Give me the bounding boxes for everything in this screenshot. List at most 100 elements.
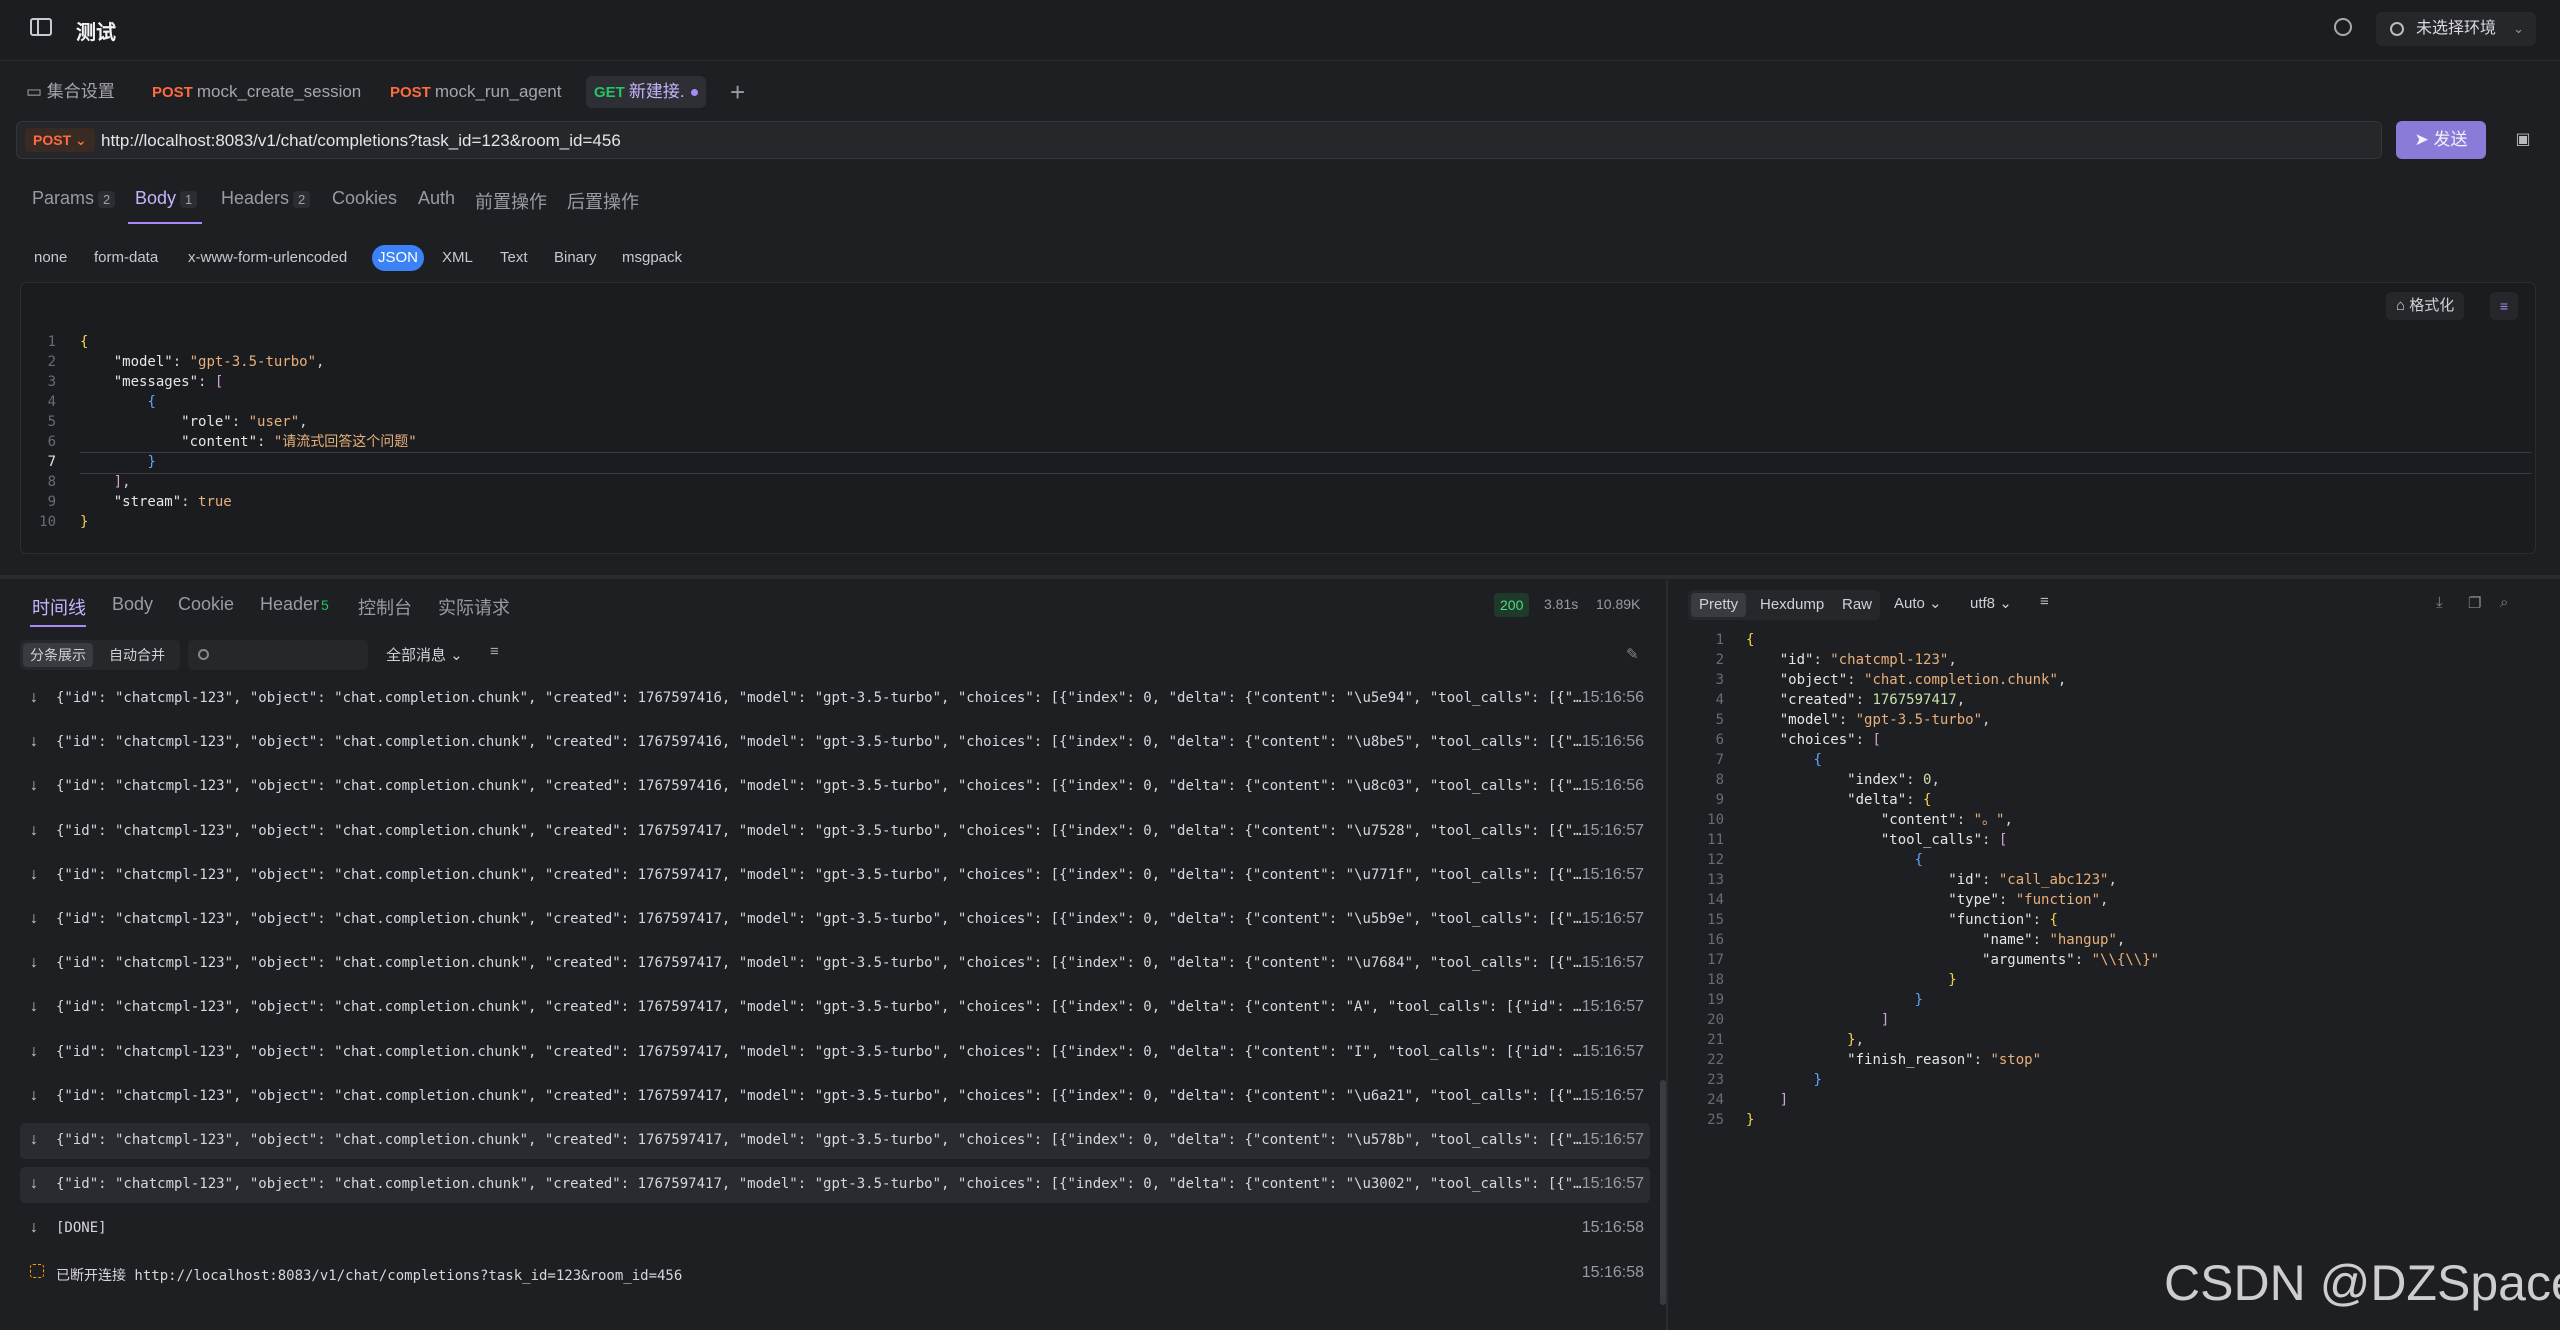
body-type-form-data[interactable]: form-data <box>88 245 164 271</box>
tab-params[interactable]: Params 2 <box>32 188 116 209</box>
line-number: 4 <box>1715 692 1724 708</box>
timeline-event[interactable]: ↓ {"id": "chatcmpl-123", "object": "chat.… <box>20 858 1650 894</box>
scrollbar[interactable] <box>1660 1080 1666 1305</box>
body-type-json[interactable]: JSON <box>372 245 425 271</box>
body-editor[interactable] <box>20 282 2536 554</box>
url-input[interactable] <box>99 122 2303 160</box>
body-type-none[interactable]: none <box>28 245 73 271</box>
timeline-search-input[interactable] <box>188 640 368 670</box>
seg-merge[interactable]: 自动合并 <box>102 643 172 667</box>
line-number: 3 <box>47 374 56 390</box>
wrap-icon[interactable]: ≡ <box>2040 593 2049 610</box>
line-number: 14 <box>1707 892 1724 908</box>
tab-timeline[interactable]: 时间线 <box>32 594 86 620</box>
body-type-binary[interactable]: Binary <box>548 245 603 271</box>
environment-select[interactable]: 未选择环境 ⌄ <box>2376 12 2536 46</box>
tab-count: 5 <box>321 597 329 613</box>
event-time: 15:16:58 <box>1581 1219 1644 1237</box>
response-divider[interactable] <box>1666 580 1668 1330</box>
copy-icon[interactable]: ❐ <box>2468 594 2481 612</box>
tab-post-actions[interactable]: 后置操作 <box>567 188 639 214</box>
timeline-event[interactable]: ↓ {"id": "chatcmpl-123", "object": "chat.… <box>20 946 1650 982</box>
wrap-icon[interactable]: ≡ <box>2490 292 2518 320</box>
viewer-text: "function": { <box>1948 912 2058 928</box>
code-text: "stream": true <box>113 494 232 510</box>
line-number: 5 <box>47 414 56 430</box>
body-type-urlencoded[interactable]: x-www-form-urlencoded <box>182 245 353 271</box>
format-select[interactable]: Auto ⌄ <box>1894 594 1942 612</box>
view-mode-toggle: Pretty Hexdump Raw <box>1688 590 1880 620</box>
timeline-event[interactable]: ↓ {"id": "chatcmpl-123", "object": "chat.… <box>20 902 1650 938</box>
tab-response-cookie[interactable]: Cookie <box>178 594 234 615</box>
tab-auth[interactable]: Auth <box>418 188 455 209</box>
filter-icon[interactable]: ≡ <box>490 643 499 660</box>
timeline-event[interactable]: ↓ [DONE] 15:16:58 <box>20 1211 1650 1247</box>
format-button[interactable]: ⌂ 格式化 <box>2386 292 2465 320</box>
timeline-event[interactable]: ↓ {"id": "chatcmpl-123", "object": "chat.… <box>20 1167 1650 1204</box>
code-text: } <box>80 514 89 530</box>
timeline-event[interactable]: 已断开连接 http://localhost:8083/v1/chat/comp… <box>20 1256 1650 1292</box>
tab-collection-settings[interactable]: ▭ 集合设置 <box>18 76 123 108</box>
save-icon[interactable]: ▣ <box>2504 121 2542 159</box>
timeline-event[interactable]: ↓ {"id": "chatcmpl-123", "object": "chat.… <box>20 769 1650 805</box>
mode-hexdump[interactable]: Hexdump <box>1752 593 1832 617</box>
timeline-event[interactable]: ↓ {"id": "chatcmpl-123", "object": "chat.… <box>20 725 1650 761</box>
tab-headers[interactable]: Headers 2 <box>221 188 311 209</box>
response-time: 3.81s <box>1544 596 1579 612</box>
tab-label: 新建接. <box>628 82 685 101</box>
environment-label: 未选择环境 <box>2416 20 2497 37</box>
viewer-text: "tool_calls": [ <box>1880 832 2008 848</box>
tab-label: mock_create_session <box>196 82 362 101</box>
timeline-event[interactable]: ↓ {"id": "chatcmpl-123", "object": "chat.… <box>20 1123 1650 1159</box>
mode-pretty[interactable]: Pretty <box>1691 593 1747 617</box>
timeline-event[interactable]: ↓ {"id": "chatcmpl-123", "object": "chat.… <box>20 990 1650 1026</box>
history-icon[interactable] <box>2334 18 2352 36</box>
method-select[interactable]: POST ⌄ <box>25 128 95 152</box>
tab-mock-run-agent[interactable]: POST mock_run_agent <box>382 76 569 108</box>
code-text: { <box>80 334 89 350</box>
event-time: 15:16:57 <box>1581 865 1644 883</box>
tab-mock-create-session[interactable]: POST mock_create_session <box>144 76 369 108</box>
search-icon[interactable]: ⌕ <box>2500 594 2508 611</box>
line-number: 1 <box>47 334 56 350</box>
panel-divider[interactable] <box>0 575 2560 579</box>
code-text: "role": "user", <box>181 414 308 430</box>
viewer-text: "finish_reason": "stop" <box>1847 1052 2042 1068</box>
arrow-down-icon: ↓ <box>30 910 38 927</box>
tab-cookies[interactable]: Cookies <box>332 188 397 209</box>
mode-raw[interactable]: Raw <box>1834 593 1880 617</box>
event-data: {"id": "chatcmpl-123", "object": "chat.c… <box>56 866 1586 883</box>
timeline-event[interactable]: ↓ {"id": "chatcmpl-123", "object": "chat.… <box>20 1079 1650 1115</box>
timeline-event[interactable]: ↓ {"id": "chatcmpl-123", "object": "chat.… <box>20 814 1650 850</box>
tab-pre-actions[interactable]: 前置操作 <box>475 188 547 214</box>
tab-console[interactable]: 控制台 <box>358 594 412 620</box>
response-size: 10.89K <box>1596 596 1641 612</box>
event-data: {"id": "chatcmpl-123", "object": "chat.c… <box>56 1176 1586 1193</box>
sidebar-toggle-icon[interactable] <box>30 18 52 36</box>
format-icon: ⌂ <box>2396 297 2406 314</box>
send-button[interactable]: ➤ 发送 <box>2396 121 2486 159</box>
request-tabs-bar: ▭ 集合设置 POST mock_create_session POST mock_… <box>0 62 2560 116</box>
tab-response-body[interactable]: Body <box>112 594 153 615</box>
unsaved-dot <box>690 89 698 97</box>
timeline-event[interactable]: ↓ {"id": "chatcmpl-123", "object": "chat.… <box>20 681 1650 717</box>
tab-response-header[interactable]: Header 5 <box>260 594 329 615</box>
event-data: {"id": "chatcmpl-123", "object": "chat.c… <box>56 911 1586 927</box>
line-number: 18 <box>1707 972 1724 988</box>
message-filter-select[interactable]: 全部消息 ⌄ <box>386 644 463 665</box>
arrow-down-icon: ↓ <box>30 689 38 706</box>
event-time: 15:16:57 <box>1581 1175 1644 1193</box>
new-tab-button[interactable]: + <box>730 76 745 108</box>
tab-body[interactable]: Body 1 <box>135 188 198 209</box>
seg-split[interactable]: 分条展示 <box>23 643 93 667</box>
arrow-down-icon: ↓ <box>30 1042 38 1060</box>
download-icon[interactable]: ⤓ <box>2436 594 2443 611</box>
tab-actual-request[interactable]: 实际请求 <box>438 594 510 620</box>
body-type-msgpack[interactable]: msgpack <box>616 245 688 271</box>
timeline-event[interactable]: ↓ {"id": "chatcmpl-123", "object": "chat.… <box>20 1035 1650 1071</box>
body-type-xml[interactable]: XML <box>436 245 479 271</box>
tab-new-endpoint[interactable]: GET 新建接. <box>586 76 706 108</box>
body-type-text[interactable]: Text <box>494 245 534 271</box>
clear-icon[interactable]: ✎ <box>1626 645 1639 663</box>
encoding-select[interactable]: utf8 ⌄ <box>1970 594 2012 612</box>
